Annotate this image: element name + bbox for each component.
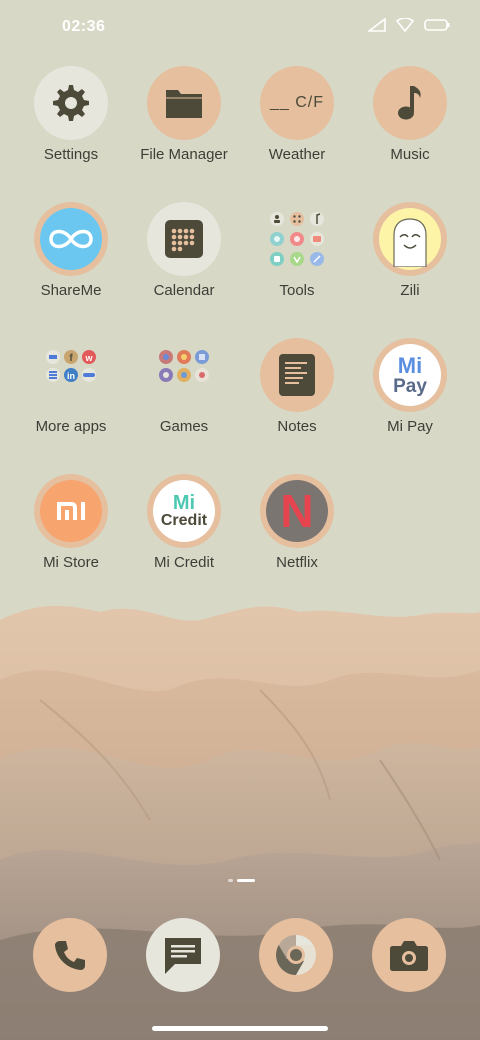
- gear-icon: [34, 66, 108, 140]
- folder-tools[interactable]: Tools: [241, 200, 353, 320]
- camera-icon: [390, 941, 428, 971]
- svg-text:in: in: [67, 371, 75, 381]
- status-icons: [368, 18, 450, 32]
- mi-credit-icon: Mi Credit: [147, 474, 221, 548]
- app-label: More apps: [35, 418, 107, 435]
- mi-credit-icon-top: Mi: [172, 492, 196, 514]
- svg-text:w: w: [84, 353, 93, 363]
- app-music[interactable]: Music: [354, 64, 466, 184]
- app-file-manager[interactable]: File Manager: [128, 64, 240, 184]
- app-label: Mi Pay: [387, 418, 433, 435]
- tools-folder-icon: [260, 202, 334, 276]
- chrome-icon: [276, 935, 316, 975]
- mi-pay-icon-bottom: Pay: [393, 375, 427, 397]
- home-indicator-bar[interactable]: [152, 1026, 328, 1031]
- weather-icon: __ C/F: [260, 66, 334, 140]
- page-dot: [228, 879, 233, 882]
- chrome-app[interactable]: [259, 918, 333, 992]
- folder-icon: [147, 66, 221, 140]
- app-label: Settings: [43, 146, 99, 163]
- page-indicator: [228, 879, 255, 882]
- app-label: Netflix: [276, 554, 318, 571]
- app-zili[interactable]: Zili: [354, 200, 466, 320]
- app-label: Games: [159, 418, 209, 435]
- app-label: Zili: [400, 282, 420, 299]
- netflix-icon-letter: N: [280, 485, 314, 537]
- mi-store-icon: [34, 474, 108, 548]
- mi-pay-icon: Mi Pay: [373, 338, 447, 412]
- camera-app[interactable]: [372, 918, 446, 992]
- app-label: Music: [390, 146, 430, 163]
- games-folder-icon: [147, 338, 221, 412]
- signal-icon: [368, 18, 386, 32]
- notes-icon: [260, 338, 334, 412]
- music-note-icon: [373, 66, 447, 140]
- app-label: Weather: [268, 146, 326, 163]
- battery-icon: [424, 19, 450, 31]
- more-apps-folder-icon: f w in: [34, 338, 108, 412]
- app-label: Calendar: [153, 282, 215, 299]
- calendar-grid-icon: [147, 202, 221, 276]
- wifi-icon: [396, 18, 414, 32]
- app-netflix[interactable]: N Netflix: [241, 472, 353, 592]
- folder-more-apps[interactable]: f w in More apps: [15, 336, 127, 456]
- app-label: ShareMe: [40, 282, 102, 299]
- app-label: Notes: [277, 418, 317, 435]
- app-notes[interactable]: Notes: [241, 336, 353, 456]
- phone-app[interactable]: [33, 918, 107, 992]
- messages-icon: [165, 938, 201, 974]
- app-calendar[interactable]: Calendar: [128, 200, 240, 320]
- mi-pay-icon-top: Mi: [397, 352, 423, 378]
- app-label: File Manager: [140, 146, 228, 163]
- weather-icon-text: __ C/F: [269, 94, 324, 111]
- app-weather[interactable]: __ C/F Weather: [241, 64, 353, 184]
- netflix-icon: N: [260, 474, 334, 548]
- status-bar: 02:36: [0, 0, 480, 56]
- app-label: Tools: [279, 282, 315, 299]
- app-mi-store[interactable]: Mi Store: [15, 472, 127, 592]
- status-time: 02:36: [62, 18, 106, 35]
- app-mi-pay[interactable]: Mi Pay Mi Pay: [354, 336, 466, 456]
- app-settings[interactable]: Settings: [15, 64, 127, 184]
- page-dot-active: [237, 879, 255, 882]
- app-label: Mi Credit: [153, 554, 214, 571]
- phone-icon: [55, 941, 85, 970]
- app-label: Mi Store: [43, 554, 99, 571]
- dock: [0, 918, 480, 994]
- infinity-icon: [34, 202, 108, 276]
- app-shareme[interactable]: ShareMe: [15, 200, 127, 320]
- zili-face-icon: [373, 202, 447, 276]
- app-mi-credit[interactable]: Mi Credit Mi Credit: [128, 472, 240, 592]
- messages-app[interactable]: [146, 918, 220, 992]
- folder-games[interactable]: Games: [128, 336, 240, 456]
- mi-credit-icon-bottom: Credit: [160, 512, 208, 529]
